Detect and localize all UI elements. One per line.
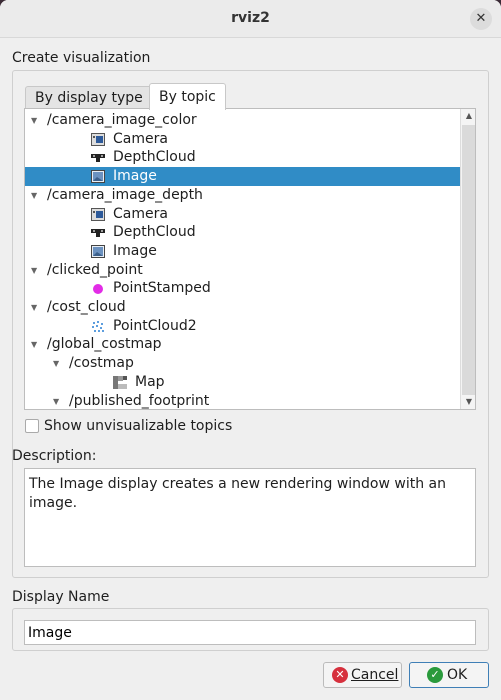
tree-topic[interactable]: ▼ /camera_image_color bbox=[25, 111, 460, 130]
expand-arrow-icon[interactable]: ▼ bbox=[53, 392, 59, 410]
ok-label: OK bbox=[447, 667, 468, 683]
tree-scrollbar[interactable]: ▲ ▼ bbox=[460, 109, 475, 409]
tree-item[interactable]: PointStamped bbox=[25, 279, 460, 298]
tab-by-topic[interactable]: By topic bbox=[149, 83, 226, 110]
tree-item[interactable]: Camera bbox=[25, 130, 460, 149]
scroll-down-icon[interactable]: ▼ bbox=[461, 395, 475, 409]
window-title: rviz2 bbox=[231, 10, 270, 26]
display-name-input[interactable] bbox=[24, 620, 476, 645]
tree-item[interactable]: Image bbox=[25, 167, 460, 187]
image-icon bbox=[91, 244, 105, 258]
expand-arrow-icon[interactable]: ▼ bbox=[31, 335, 37, 354]
tree-item-label: /clicked_point bbox=[47, 261, 143, 278]
tree-item-label: Camera bbox=[113, 205, 168, 222]
tree-item-label: /published_footprint bbox=[69, 392, 210, 409]
scroll-up-icon[interactable]: ▲ bbox=[461, 109, 475, 123]
expand-arrow-icon[interactable]: ▼ bbox=[53, 354, 59, 373]
depth-sensor-icon bbox=[91, 151, 105, 164]
cancel-label: Cancel bbox=[351, 667, 399, 683]
cancel-icon: ✕ bbox=[332, 667, 348, 683]
tree-item-label: DepthCloud bbox=[113, 224, 196, 241]
display-name-label: Display Name bbox=[12, 589, 110, 605]
tree-item[interactable]: PointCloud2 bbox=[25, 317, 460, 336]
close-button[interactable]: ✕ bbox=[470, 8, 492, 30]
title-bar: rviz2 ✕ bbox=[0, 0, 501, 38]
tree-item-label: /camera_image_depth bbox=[47, 186, 203, 203]
tree-item-label: Image bbox=[113, 242, 157, 259]
pointcloud-icon bbox=[91, 320, 105, 333]
tree-item-label: Image bbox=[113, 168, 157, 185]
tree-item-label: PointCloud2 bbox=[113, 317, 197, 334]
tree-item[interactable]: DepthCloud bbox=[25, 148, 460, 167]
camera-icon bbox=[91, 207, 105, 221]
point-icon bbox=[91, 282, 105, 295]
map-icon bbox=[113, 375, 127, 389]
expand-arrow-icon[interactable]: ▼ bbox=[31, 111, 37, 130]
tree-item-label: /cost_cloud bbox=[47, 299, 126, 315]
ok-button[interactable]: ✓ OK bbox=[409, 662, 489, 688]
description-text: The Image display creates a new renderin… bbox=[24, 468, 476, 567]
tree-item[interactable]: Camera bbox=[25, 205, 460, 224]
tree-item-label: /costmap bbox=[69, 355, 134, 372]
tab-by-display-type[interactable]: By display type bbox=[25, 86, 153, 109]
scrollbar-thumb[interactable] bbox=[462, 125, 475, 395]
camera-icon bbox=[91, 132, 105, 146]
check-icon: ✓ bbox=[427, 667, 443, 683]
expand-arrow-icon[interactable]: ▼ bbox=[31, 261, 37, 280]
description-label: Description: bbox=[12, 448, 97, 464]
depth-sensor-icon bbox=[91, 226, 105, 239]
tree-item[interactable]: Map bbox=[25, 373, 460, 392]
cancel-button[interactable]: ✕ Cancel bbox=[323, 662, 402, 688]
tree-topic[interactable]: ▼ /cost_cloud bbox=[25, 298, 460, 317]
tree-item[interactable]: Image bbox=[25, 242, 460, 261]
tree-topic[interactable]: ▼ /costmap bbox=[25, 354, 460, 373]
image-icon bbox=[91, 170, 105, 184]
tree-topic[interactable]: ▼ /global_costmap bbox=[25, 335, 460, 354]
tree-item-label: Map bbox=[135, 373, 165, 390]
close-icon: ✕ bbox=[475, 11, 487, 26]
tree-item-label: DepthCloud bbox=[113, 149, 196, 166]
tree-topic[interactable]: ▼ /published_footprint bbox=[25, 392, 460, 410]
expand-arrow-icon[interactable]: ▼ bbox=[31, 298, 37, 317]
show-unvisualizable-checkbox[interactable] bbox=[25, 419, 39, 433]
dialog-window: rviz2 ✕ Create visualization By display … bbox=[0, 0, 501, 700]
tree-item-label: Camera bbox=[113, 130, 168, 147]
create-visualization-label: Create visualization bbox=[12, 50, 151, 66]
expand-arrow-icon[interactable]: ▼ bbox=[31, 186, 37, 205]
topic-tree[interactable]: Polygon▼/published_footprintMap▼/costmap… bbox=[24, 108, 476, 410]
tree-topic[interactable]: ▼ /camera_image_depth bbox=[25, 186, 460, 205]
tree-item[interactable]: DepthCloud bbox=[25, 223, 460, 242]
tree-topic[interactable]: ▼ /clicked_point bbox=[25, 261, 460, 280]
tree-item-label: PointStamped bbox=[113, 280, 211, 297]
show-unvisualizable-label: Show unvisualizable topics bbox=[44, 418, 233, 434]
tree-item-label: /global_costmap bbox=[47, 336, 162, 353]
tree-item-label: /camera_image_color bbox=[47, 112, 197, 128]
